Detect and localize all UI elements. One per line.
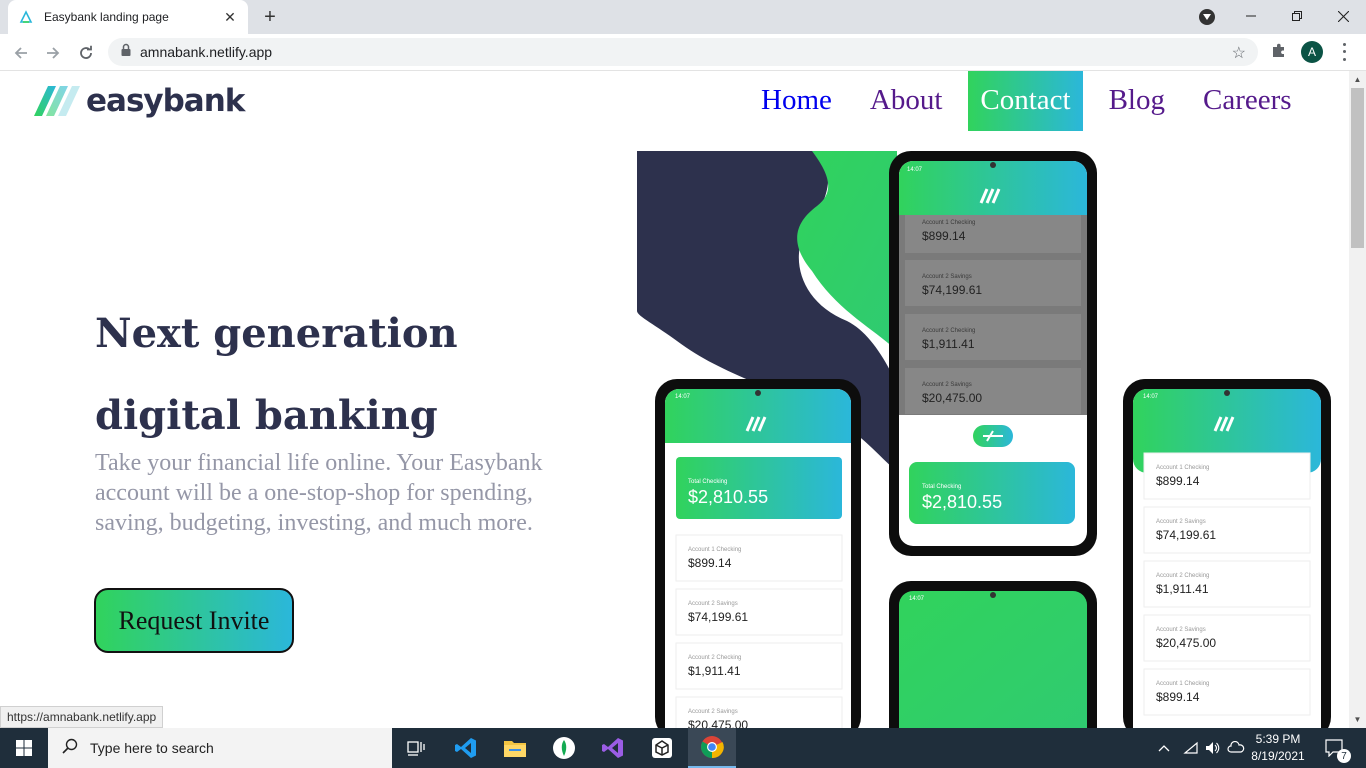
account-label: Account 2 Savings — [922, 274, 972, 280]
phone-right: 14:07 Account 1 Checking $899.14 Account… — [1123, 379, 1331, 728]
phone-left: 14:07 Total Checking $2,810.55 Account 1… — [655, 379, 861, 728]
close-tab-icon[interactable]: ✕ — [222, 9, 238, 25]
forward-arrow-icon[interactable] — [40, 40, 66, 66]
unity-icon[interactable] — [638, 728, 686, 768]
browser-tab-strip: Easybank landing page ✕ + — [0, 0, 1366, 34]
phone-time: 14:07 — [907, 167, 923, 173]
nav-link-home[interactable]: Home — [749, 71, 844, 131]
phone-center-top: 14:07 Account 1 Checking $899.14 Account… — [889, 151, 1097, 556]
show-hidden-icons-chevron-icon[interactable] — [1154, 728, 1174, 768]
windows-taskbar: Type here to search 5:39 PM 8/19/2021 7 — [0, 728, 1366, 768]
account-value: $899.14 — [1156, 690, 1200, 704]
notification-count-badge: 7 — [1337, 749, 1351, 763]
back-arrow-icon[interactable] — [8, 40, 34, 66]
clock-time: 5:39 PM — [1255, 732, 1301, 746]
page-scrollbar[interactable]: ▲ ▼ — [1349, 71, 1366, 728]
address-bar[interactable]: amnabank.netlify.app ☆ — [108, 38, 1258, 66]
account-value: $1,911.41 — [922, 337, 975, 351]
search-placeholder: Type here to search — [90, 740, 214, 756]
request-invite-button[interactable]: Request Invite — [94, 588, 294, 653]
nav-link-blog[interactable]: Blog — [1097, 71, 1177, 131]
windows-start-icon[interactable] — [0, 728, 48, 768]
account-value: $20,475.00 — [1156, 636, 1216, 650]
task-view-icon[interactable] — [392, 728, 440, 768]
account-value: $1,911.41 — [1156, 582, 1209, 596]
reload-icon[interactable] — [73, 40, 99, 66]
account-value: $20,475.00 — [688, 718, 748, 728]
account-label: Account 2 Savings — [922, 382, 972, 388]
restore-window-button[interactable] — [1274, 0, 1320, 32]
account-label: Account 2 Savings — [1156, 519, 1206, 525]
account-label: Account 1 Checking — [688, 547, 741, 553]
account-value: $74,199.61 — [922, 283, 982, 297]
extensions-puzzle-icon[interactable] — [1270, 42, 1290, 62]
account-label: Account 2 Checking — [688, 655, 741, 661]
total-label: Total Checking — [922, 484, 961, 490]
account-label: Account 2 Savings — [688, 601, 738, 607]
account-value: $899.14 — [1156, 474, 1200, 488]
mongodb-compass-icon[interactable] — [540, 728, 588, 768]
visual-studio-icon[interactable] — [589, 728, 637, 768]
account-value: $20,475.00 — [922, 391, 982, 405]
minimize-window-button[interactable] — [1228, 0, 1274, 32]
account-value: $1,911.41 — [688, 664, 741, 678]
phone-time: 14:07 — [1143, 394, 1159, 400]
site-favicon-icon — [18, 9, 34, 25]
account-label: Account 1 Checking — [1156, 681, 1209, 687]
url-text: amnabank.netlify.app — [140, 44, 273, 60]
phone-time: 14:07 — [909, 596, 925, 602]
volume-icon[interactable] — [1202, 728, 1224, 768]
taskbar-clock[interactable]: 5:39 PM 8/19/2021 — [1244, 731, 1312, 765]
account-label: Account 1 Checking — [922, 220, 975, 226]
account-value: $74,199.61 — [688, 610, 748, 624]
link-status-tooltip: https://amnabank.netlify.app — [0, 706, 164, 728]
clock-date: 8/19/2021 — [1251, 749, 1305, 763]
logo-stripes-icon — [34, 86, 80, 116]
account-label: Account 2 Savings — [1156, 627, 1206, 633]
close-window-button[interactable] — [1320, 0, 1366, 32]
account-value: $74,199.61 — [1156, 528, 1216, 542]
nav-link-contact[interactable]: Contact — [968, 71, 1083, 131]
scroll-down-arrow-icon[interactable]: ▼ — [1349, 711, 1366, 728]
scroll-thumb[interactable] — [1351, 88, 1364, 248]
search-icon — [62, 738, 78, 759]
taskbar-search-box[interactable]: Type here to search — [48, 728, 392, 768]
total-value: $2,810.55 — [922, 492, 1002, 512]
site-navigation: Home About Contact Blog Careers — [742, 71, 1311, 131]
notification-center-icon[interactable]: 7 — [1320, 728, 1351, 768]
account-label: Account 2 Savings — [688, 709, 738, 715]
total-label: Total Checking — [688, 479, 727, 485]
chrome-icon[interactable] — [688, 728, 736, 768]
lock-icon[interactable] — [120, 43, 132, 62]
new-tab-button[interactable]: + — [258, 5, 282, 29]
total-value: $2,810.55 — [688, 487, 768, 507]
account-value: $899.14 — [688, 556, 732, 570]
logo-wordmark: easybank — [86, 83, 245, 119]
network-icon[interactable] — [1180, 728, 1202, 768]
file-explorer-icon[interactable] — [491, 728, 539, 768]
page-viewport: easybank Home About Contact Blog Careers… — [0, 71, 1349, 728]
vscode-icon[interactable] — [442, 728, 490, 768]
tab-title: Easybank landing page — [44, 10, 169, 24]
browser-tab[interactable]: Easybank landing page ✕ — [8, 0, 248, 34]
browser-toolbar: amnabank.netlify.app ☆ A — [0, 34, 1366, 71]
easybank-logo[interactable]: easybank — [34, 83, 245, 119]
tab-search-icon[interactable] — [1199, 9, 1215, 25]
account-label: Account 2 Checking — [1156, 573, 1209, 579]
account-value: $899.14 — [922, 229, 966, 243]
scroll-up-arrow-icon[interactable]: ▲ — [1349, 71, 1366, 88]
phone-time: 14:07 — [675, 394, 691, 400]
hero-title: Next generation digital banking — [95, 310, 458, 439]
nav-link-about[interactable]: About — [858, 71, 955, 131]
phone-center-bottom: 14:07 — [889, 581, 1097, 728]
hero-description: Take your financial life online. Your Ea… — [95, 450, 543, 536]
profile-avatar[interactable]: A — [1301, 41, 1323, 63]
nav-link-careers[interactable]: Careers — [1191, 71, 1304, 131]
phone-mockups-image: 14:07 Account 1 Checking $899.14 Account… — [637, 151, 1331, 728]
account-label: Account 1 Checking — [1156, 465, 1209, 471]
browser-menu-icon[interactable] — [1336, 41, 1352, 63]
bookmark-star-icon[interactable]: ☆ — [1232, 43, 1246, 63]
account-label: Account 2 Checking — [922, 328, 975, 334]
